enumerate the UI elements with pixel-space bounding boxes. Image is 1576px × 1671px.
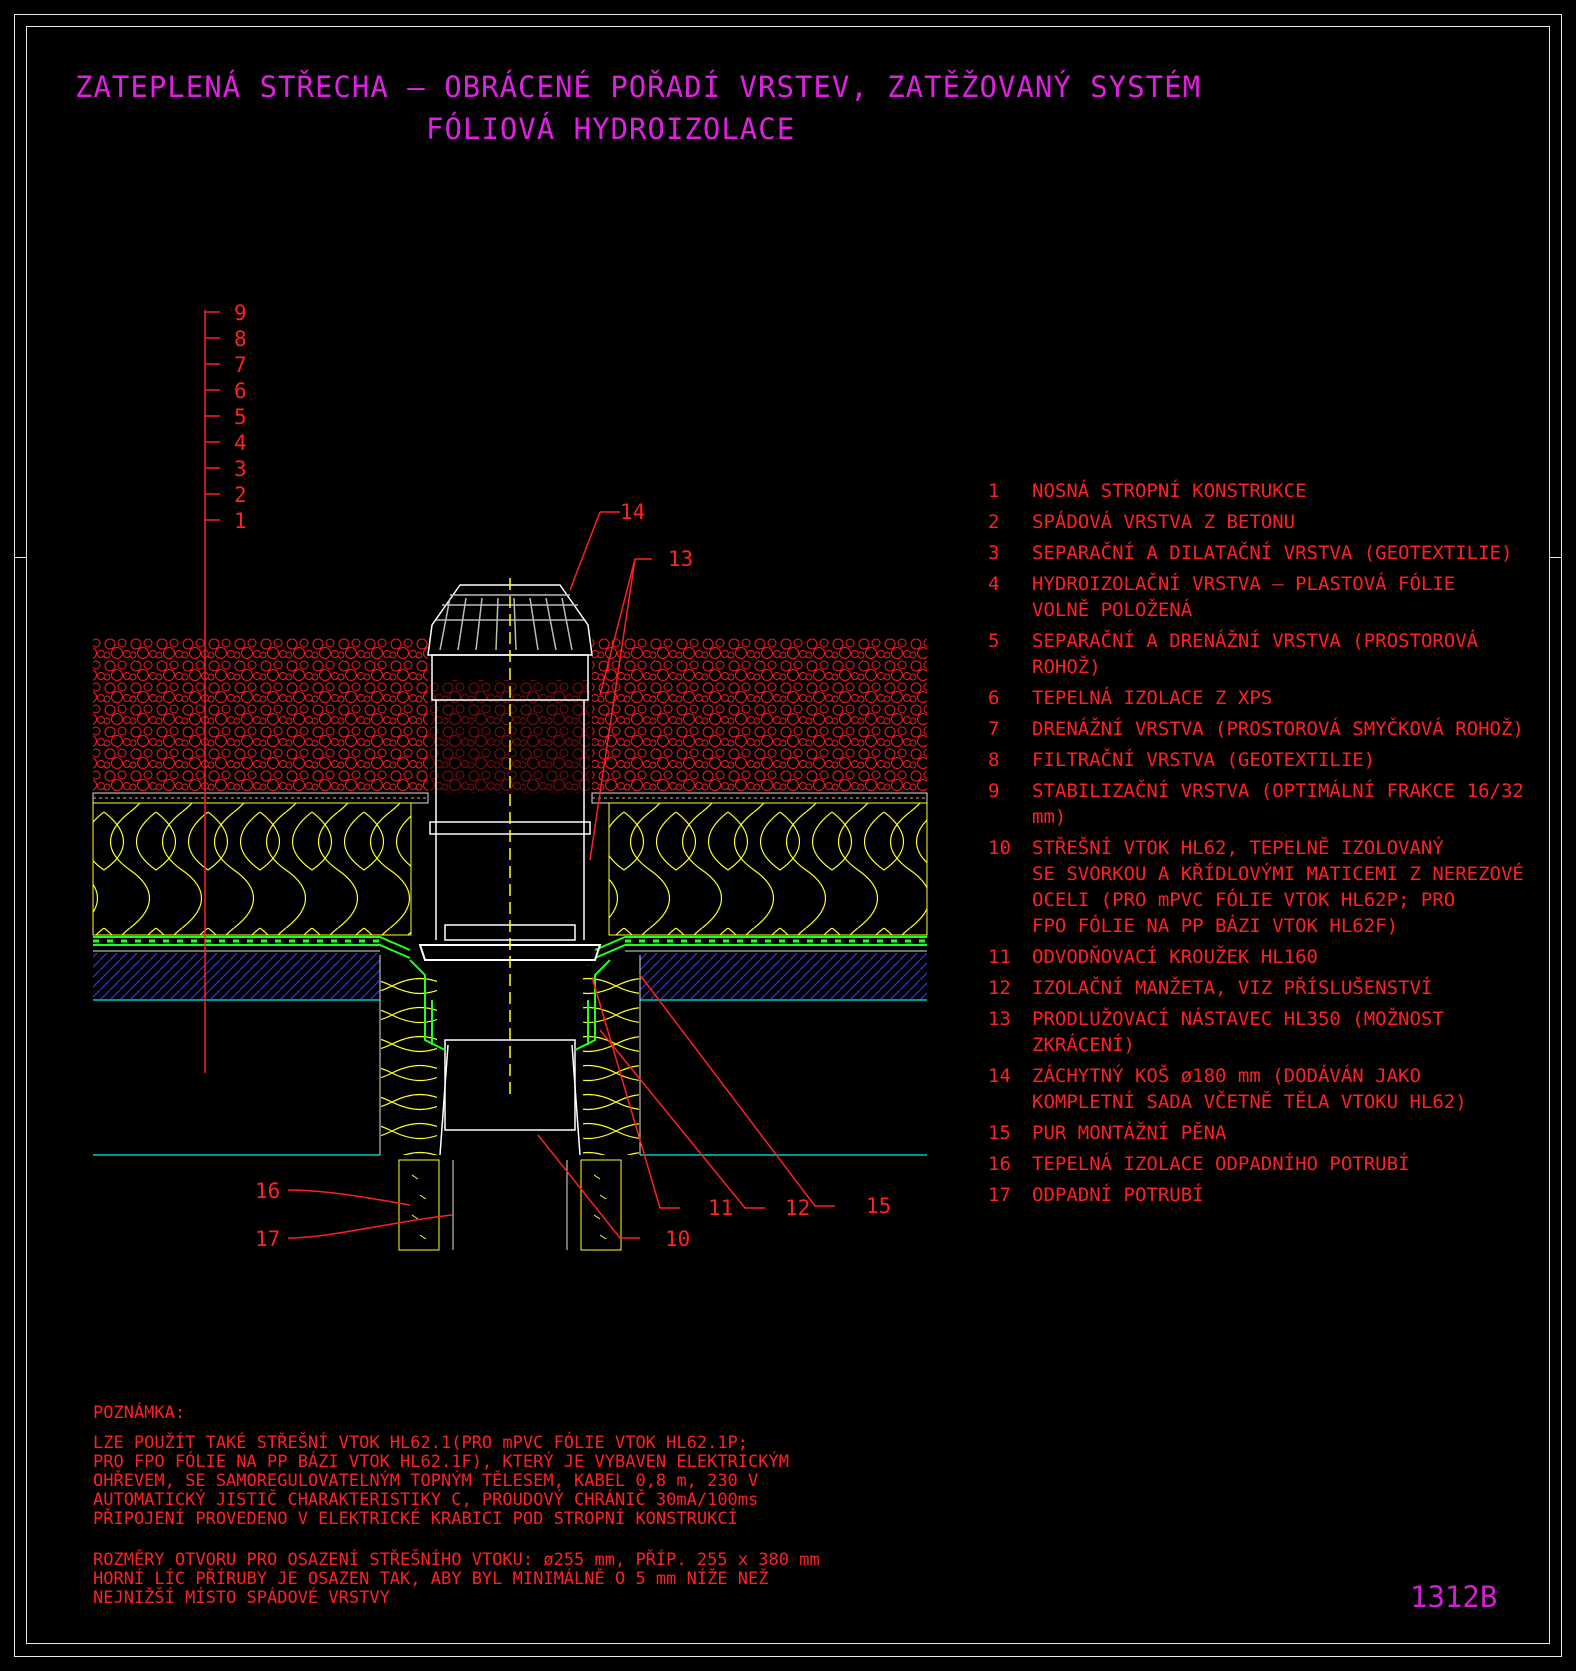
legend-item: 17 ODPADNÍ POTRUBÍ bbox=[988, 1182, 1548, 1208]
legend-item: 9 STABILIZAČNÍ VRSTVA (OPTIMÁLNÍ FRAKCE 1… bbox=[988, 778, 1548, 830]
legend-text: ODPADNÍ POTRUBÍ bbox=[1032, 1184, 1204, 1206]
legend-text: TEPELNÁ IZOLACE ODPADNÍHO POTRUBÍ bbox=[1032, 1153, 1410, 1175]
legend-number: 14 bbox=[988, 1065, 1011, 1087]
legend-number: 13 bbox=[988, 1008, 1011, 1030]
legend-number: 17 bbox=[988, 1184, 1011, 1206]
legend-number: 10 bbox=[988, 837, 1011, 859]
note-paragraph-2: ROZMĚRY OTVORU PRO OSAZENÍ STŘEŠNÍHO VTO… bbox=[93, 1550, 820, 1608]
callout-15: 15 bbox=[866, 1194, 891, 1218]
legend-text: ODVODŇOVACÍ KROUŽEK HL160 bbox=[1032, 946, 1318, 968]
layer-scale-label: 1 bbox=[234, 509, 247, 533]
layer-scale-label: 4 bbox=[234, 431, 247, 455]
legend-number: 5 bbox=[988, 630, 1000, 652]
legend-item: 1 NOSNÁ STROPNÍ KONSTRUKCE bbox=[988, 478, 1548, 504]
layer-scale-label: 8 bbox=[234, 327, 247, 351]
legend-item: 14 ZÁCHYTNÝ KOŠ ø180 mm (DODÁVÁN JAKO KOM… bbox=[988, 1063, 1548, 1115]
legend-text: ZÁCHYTNÝ KOŠ ø180 mm (DODÁVÁN JAKO KOMPL… bbox=[1032, 1065, 1467, 1113]
legend-number: 12 bbox=[988, 977, 1011, 999]
callout-16: 16 bbox=[255, 1179, 280, 1203]
legend-number: 16 bbox=[988, 1153, 1011, 1175]
legend-number: 3 bbox=[988, 542, 1000, 564]
layer-scale-label: 3 bbox=[234, 457, 247, 481]
note-heading: POZNÁMKA: bbox=[93, 1403, 186, 1423]
callout-14: 14 bbox=[620, 500, 645, 524]
legend-number: 11 bbox=[988, 946, 1011, 968]
legend-text: PRODLUŽOVACÍ NÁSTAVEC HL350 (MOŽNOST ZKR… bbox=[1032, 1008, 1444, 1056]
callout-17: 17 bbox=[255, 1227, 280, 1251]
callout-10: 10 bbox=[665, 1227, 690, 1251]
legend-item: 11 ODVODŇOVACÍ KROUŽEK HL160 bbox=[988, 944, 1548, 970]
legend-item: 12 IZOLAČNÍ MANŽETA, VIZ PŘÍSLUŠENSTVÍ bbox=[988, 975, 1548, 1001]
callout-11: 11 bbox=[708, 1196, 733, 1220]
legend-item: 3 SEPARAČNÍ A DILATAČNÍ VRSTVA (GEOTEXTIL… bbox=[988, 540, 1548, 566]
legend-item: 13 PRODLUŽOVACÍ NÁSTAVEC HL350 (MOŽNOST Z… bbox=[988, 1006, 1548, 1058]
legend: 1 NOSNÁ STROPNÍ KONSTRUKCE 2 SPÁDOVÁ VRSTVA… bbox=[988, 478, 1548, 1213]
layer-scale-label: 5 bbox=[234, 405, 247, 429]
legend-item: 6 TEPELNÁ IZOLACE Z XPS bbox=[988, 685, 1548, 711]
legend-item: 7 DRENÁŽNÍ VRSTVA (PROSTOROVÁ SMYČKOVÁ RO… bbox=[988, 716, 1548, 742]
legend-number: 8 bbox=[988, 749, 1000, 771]
legend-number: 9 bbox=[988, 780, 1000, 802]
legend-text: TEPELNÁ IZOLACE Z XPS bbox=[1032, 687, 1273, 709]
legend-item: 4 HYDROIZOLAČNÍ VRSTVA – PLASTOVÁ FÓLIE V… bbox=[988, 571, 1548, 623]
legend-item: 16 TEPELNÁ IZOLACE ODPADNÍHO POTRUBÍ bbox=[988, 1151, 1548, 1177]
legend-text: FILTRAČNÍ VRSTVA (GEOTEXTILIE) bbox=[1032, 749, 1376, 771]
legend-text: STŘEŠNÍ VTOK HL62, TEPELNĚ IZOLOVANÝ SE … bbox=[1032, 837, 1524, 937]
layer-scale-label: 7 bbox=[234, 353, 247, 377]
note-paragraph-1: LZE POUŽÍT TAKÉ STŘEŠNÍ VTOK HL62.1(PRO … bbox=[93, 1433, 789, 1529]
legend-text: SEPARAČNÍ A DRENÁŽNÍ VRSTVA (PROSTOROVÁ … bbox=[1032, 630, 1479, 678]
pipe-insulation bbox=[398, 1159, 622, 1251]
legend-text: PUR MONTÁŽNÍ PĚNA bbox=[1032, 1122, 1227, 1144]
drawing-code: 1312B bbox=[1410, 1580, 1498, 1614]
legend-number: 7 bbox=[988, 718, 1000, 740]
legend-item: 2 SPÁDOVÁ VRSTVA Z BETONU bbox=[988, 509, 1548, 535]
callout-12: 12 bbox=[785, 1196, 810, 1220]
legend-text: SEPARAČNÍ A DILATAČNÍ VRSTVA (GEOTEXTILI… bbox=[1032, 542, 1513, 564]
legend-number: 4 bbox=[988, 573, 1000, 595]
legend-item: 15 PUR MONTÁŽNÍ PĚNA bbox=[988, 1120, 1548, 1146]
legend-text: HYDROIZOLAČNÍ VRSTVA – PLASTOVÁ FÓLIE VO… bbox=[1032, 573, 1456, 621]
legend-number: 1 bbox=[988, 480, 1000, 502]
legend-number: 6 bbox=[988, 687, 1000, 709]
layer-scale-label: 9 bbox=[234, 301, 247, 325]
layer-scale-label: 6 bbox=[234, 379, 247, 403]
legend-item: 8 FILTRAČNÍ VRSTVA (GEOTEXTILIE) bbox=[988, 747, 1548, 773]
legend-number: 15 bbox=[988, 1122, 1011, 1144]
legend-text: STABILIZAČNÍ VRSTVA (OPTIMÁLNÍ FRAKCE 16… bbox=[1032, 780, 1524, 828]
legend-text: SPÁDOVÁ VRSTVA Z BETONU bbox=[1032, 511, 1296, 533]
legend-item: 10 STŘEŠNÍ VTOK HL62, TEPELNĚ IZOLOVANÝ S… bbox=[988, 835, 1548, 939]
layer-scale-label: 2 bbox=[234, 483, 247, 507]
legend-item: 5 SEPARAČNÍ A DRENÁŽNÍ VRSTVA (PROSTOROVÁ… bbox=[988, 628, 1548, 680]
legend-text: NOSNÁ STROPNÍ KONSTRUKCE bbox=[1032, 480, 1307, 502]
callout-13: 13 bbox=[668, 547, 693, 571]
legend-text: IZOLAČNÍ MANŽETA, VIZ PŘÍSLUŠENSTVÍ bbox=[1032, 977, 1433, 999]
legend-number: 2 bbox=[988, 511, 1000, 533]
legend-text: DRENÁŽNÍ VRSTVA (PROSTOROVÁ SMYČKOVÁ ROH… bbox=[1032, 718, 1524, 740]
